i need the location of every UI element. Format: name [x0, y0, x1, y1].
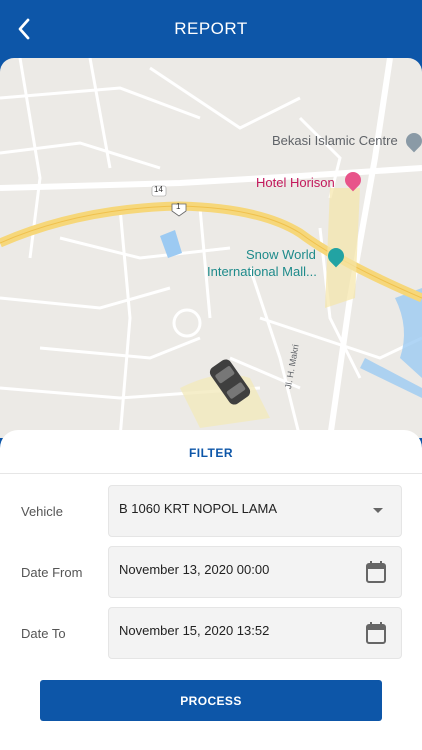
map-view[interactable]: 14 1 Bekasi Islamic Centre Hotel Horison… — [0, 58, 422, 438]
vehicle-value: B 1060 KRT NOPOL LAMA — [119, 501, 277, 516]
calendar-icon[interactable] — [365, 560, 387, 584]
calendar-icon[interactable] — [365, 621, 387, 645]
date-to-field[interactable]: November 15, 2020 13:52 — [108, 607, 402, 659]
car-icon[interactable] — [208, 358, 254, 406]
mall-label-line1: Snow World — [246, 247, 316, 262]
app-header: REPORT — [0, 0, 422, 58]
chevron-down-icon — [373, 508, 383, 513]
filter-panel: FILTER Vehicle B 1060 KRT NOPOL LAMA Dat… — [0, 430, 422, 750]
mall-label-line2: International Mall... — [207, 264, 317, 279]
vehicle-select[interactable]: B 1060 KRT NOPOL LAMA — [108, 485, 402, 537]
process-button[interactable]: PROCESS — [40, 680, 382, 721]
date-from-label: Date From — [21, 565, 83, 580]
hotel-label: Hotel Horison — [256, 175, 335, 190]
filter-title: FILTER — [188, 446, 234, 460]
divider — [0, 473, 422, 474]
islamic-centre-label: Bekasi Islamic Centre — [272, 133, 398, 148]
date-to-label: Date To — [21, 626, 66, 641]
date-to-value: November 15, 2020 13:52 — [119, 623, 270, 638]
date-from-field[interactable]: November 13, 2020 00:00 — [108, 546, 402, 598]
date-from-value: November 13, 2020 00:00 — [119, 562, 270, 577]
vehicle-label: Vehicle — [21, 504, 63, 519]
road-1-label: 1 — [176, 202, 181, 211]
road-14-label: 14 — [154, 185, 163, 194]
page-title: REPORT — [174, 19, 248, 38]
